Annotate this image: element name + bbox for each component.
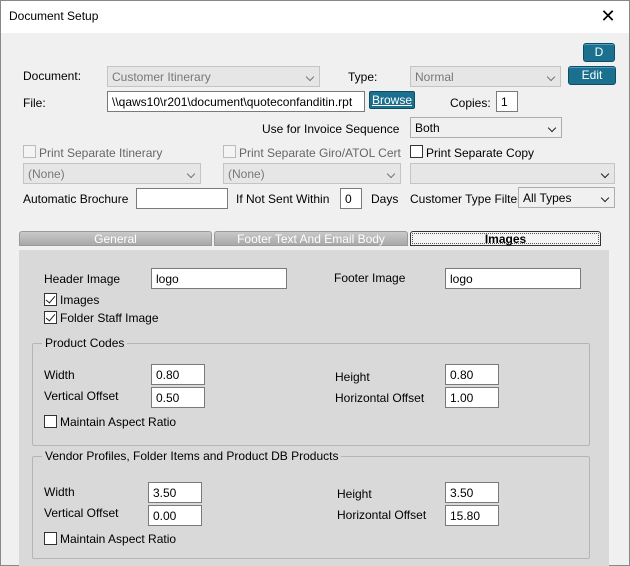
pc-horizontal-offset-label: Horizontal Offset: [335, 391, 425, 405]
customer-type-filter-label: Customer Type Filter: [410, 192, 522, 206]
folder-staff-image-checkbox[interactable]: [44, 311, 57, 324]
pc-vertical-offset-label: Vertical Offset: [44, 389, 119, 403]
chevron-down-icon: [305, 72, 315, 82]
product-codes-title: Product Codes: [42, 336, 128, 350]
invoice-sequence-select[interactable]: Both: [410, 117, 562, 138]
type-label: Type:: [348, 70, 378, 84]
header-image-label: Header Image: [44, 272, 121, 286]
print-separate-giro-label: Print Separate Giro/ATOL Cert: [239, 146, 401, 160]
d-button[interactable]: D: [583, 43, 615, 62]
print-separate-copy-label: Print Separate Copy: [426, 146, 535, 160]
if-not-sent-label: If Not Sent Within: [236, 192, 330, 206]
print-separate-giro-checkbox[interactable]: [223, 145, 236, 158]
type-select-value: Normal: [415, 70, 454, 84]
vp-width-input[interactable]: 3.50: [148, 482, 202, 503]
pc-maintain-aspect-checkbox[interactable]: [44, 415, 57, 428]
pc-horizontal-offset-input[interactable]: 1.00: [445, 387, 499, 408]
tab-images[interactable]: Images: [410, 231, 601, 246]
title-bar: Document Setup ✕: [1, 1, 629, 33]
vp-horizontal-offset-input[interactable]: 15.80: [445, 505, 499, 526]
days-label: Days: [371, 192, 399, 206]
vendor-profiles-title: Vendor Profiles, Folder Items and Produc…: [42, 449, 342, 463]
vp-height-input[interactable]: 3.50: [445, 482, 499, 503]
header-image-input[interactable]: logo: [151, 268, 287, 289]
images-checkbox[interactable]: [44, 293, 57, 306]
vp-horizontal-offset-label: Horizontal Offset: [337, 508, 427, 522]
copies-label: Copies:: [450, 96, 491, 110]
folder-staff-image-label: Folder Staff Image: [60, 311, 159, 325]
chevron-down-icon: [546, 72, 556, 82]
customer-type-filter-select[interactable]: All Types: [518, 187, 615, 208]
chevron-down-icon: [547, 123, 557, 133]
vp-height-label: Height: [337, 487, 372, 501]
document-select-value: Customer Itinerary: [112, 70, 211, 84]
automatic-brochure-input[interactable]: [136, 188, 228, 209]
chevron-down-icon: [600, 169, 610, 179]
vp-vertical-offset-label: Vertical Offset: [44, 506, 119, 520]
file-path-input[interactable]: \\qaws10\r201\document\quoteconfanditin.…: [107, 91, 365, 112]
invoice-sequence-value: Both: [415, 121, 440, 135]
window-title: Document Setup: [9, 9, 99, 23]
document-select[interactable]: Customer Itinerary: [107, 66, 320, 87]
tab-general[interactable]: General: [19, 231, 212, 246]
document-label: Document:: [23, 69, 82, 83]
automatic-brochure-label: Automatic Brochure: [23, 192, 129, 206]
document-setup-dialog: Document Setup ✕ D Edit Document: Custom…: [0, 0, 630, 566]
chevron-down-icon: [386, 169, 396, 179]
if-not-sent-input[interactable]: 0: [340, 188, 362, 209]
print-separate-itinerary-value: (None): [28, 167, 65, 181]
pc-height-label: Height: [335, 370, 370, 384]
vp-vertical-offset-input[interactable]: 0.00: [148, 505, 202, 526]
invoice-sequence-label: Use for Invoice Sequence: [262, 122, 400, 136]
print-separate-itinerary-label: Print Separate Itinerary: [39, 146, 163, 160]
images-checkbox-label: Images: [60, 293, 100, 307]
vp-maintain-aspect-label: Maintain Aspect Ratio: [60, 532, 177, 546]
print-separate-giro-value: (None): [228, 167, 265, 181]
pc-height-input[interactable]: 0.80: [445, 364, 499, 385]
print-separate-copy-select[interactable]: [410, 163, 615, 184]
print-separate-itinerary-checkbox[interactable]: [23, 145, 36, 158]
pc-maintain-aspect-label: Maintain Aspect Ratio: [60, 415, 177, 429]
chevron-down-icon: [600, 193, 610, 203]
vp-width-label: Width: [44, 485, 75, 499]
chevron-down-icon: [186, 169, 196, 179]
file-label: File:: [23, 96, 46, 110]
edit-button[interactable]: Edit: [568, 66, 616, 85]
type-select[interactable]: Normal: [410, 66, 561, 87]
pc-width-label: Width: [44, 368, 75, 382]
footer-image-input[interactable]: logo: [445, 268, 581, 289]
print-separate-copy-checkbox[interactable]: [410, 145, 423, 158]
browse-button[interactable]: Browse: [369, 91, 415, 109]
tab-footer-text[interactable]: Footer Text And Email Body: [214, 231, 408, 246]
print-separate-giro-select[interactable]: (None): [223, 163, 401, 184]
customer-type-filter-value: All Types: [523, 191, 572, 205]
pc-width-input[interactable]: 0.80: [151, 364, 205, 385]
footer-image-label: Footer Image: [334, 271, 406, 285]
copies-input[interactable]: 1: [496, 91, 518, 112]
close-icon[interactable]: ✕: [597, 5, 619, 27]
vp-maintain-aspect-checkbox[interactable]: [44, 532, 57, 545]
print-separate-itinerary-select[interactable]: (None): [23, 163, 201, 184]
pc-vertical-offset-input[interactable]: 0.50: [151, 387, 205, 408]
images-panel: Header Image logo Footer Image logo Imag…: [19, 250, 609, 566]
